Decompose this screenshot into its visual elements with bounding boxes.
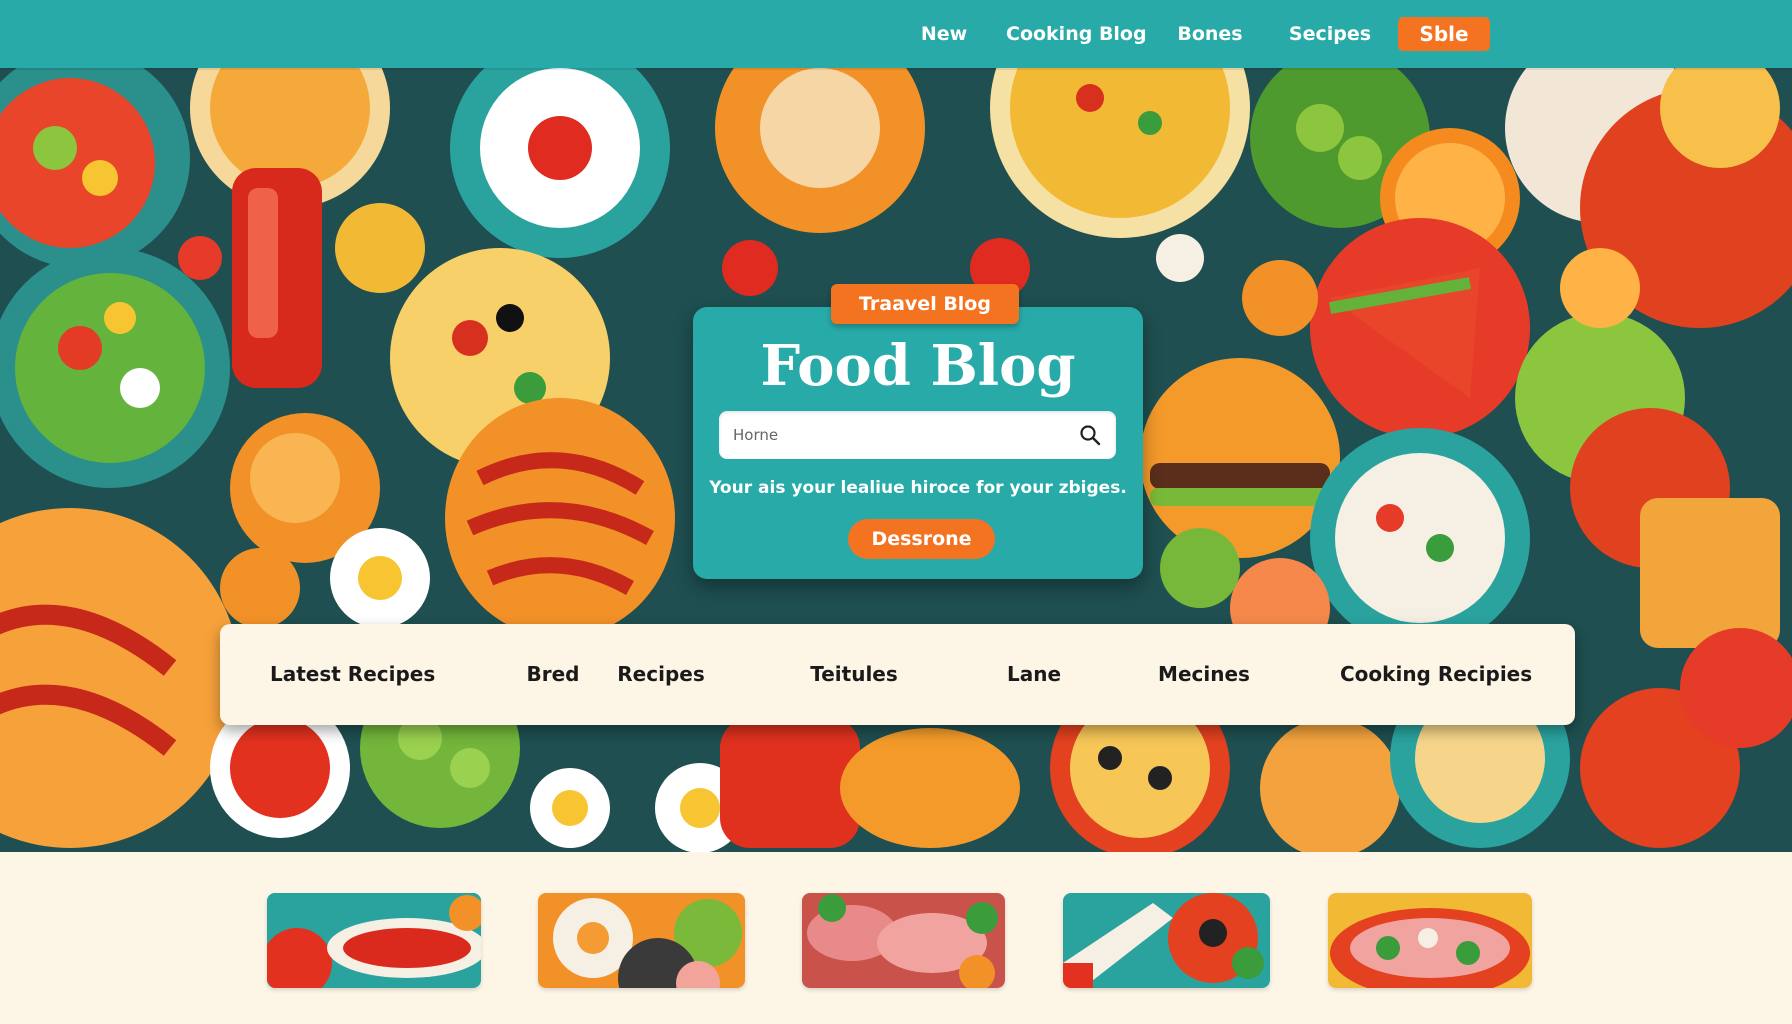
- hero-tag-button[interactable]: Traavel Blog: [831, 284, 1019, 324]
- hero-subtitle: Your ais your lealiue hiroce for your zb…: [709, 478, 1127, 498]
- thumbnail-pasta-bowl[interactable]: [1328, 893, 1532, 988]
- nav-item-bones[interactable]: Bones: [1170, 20, 1250, 48]
- search-icon[interactable]: [1079, 424, 1101, 446]
- thumbnail-egg-salad[interactable]: [538, 893, 745, 988]
- thumbnail-meat-platter[interactable]: [802, 893, 1005, 988]
- nav-cta-button[interactable]: Sble: [1398, 17, 1490, 51]
- nav-item-new[interactable]: New: [904, 20, 984, 48]
- meat-platter-thumbnail: [802, 893, 1005, 988]
- category-latest-recipes[interactable]: Latest Recipes: [270, 656, 435, 692]
- thumbnail-tomato-sauce[interactable]: [267, 893, 481, 988]
- top-navigation-bar: New Cooking Blog Bones Secipes Sble: [0, 0, 1792, 68]
- hero-action-button[interactable]: Dessrone: [848, 519, 995, 559]
- category-recipes[interactable]: Recipes: [616, 656, 706, 692]
- thumbnail-knife-dish[interactable]: [1063, 893, 1270, 988]
- category-cooking-recipies[interactable]: Cooking Recipies: [1340, 656, 1532, 692]
- category-mecines[interactable]: Mecines: [1156, 656, 1252, 692]
- nav-item-cooking-blog[interactable]: Cooking Blog: [1006, 20, 1147, 48]
- nav-item-secipes[interactable]: Secipes: [1280, 20, 1380, 48]
- category-lane[interactable]: Lane: [1000, 656, 1068, 692]
- page-title: Food Blog: [760, 333, 1076, 399]
- search-input[interactable]: [733, 411, 1063, 459]
- egg-salad-thumbnail: [538, 893, 745, 988]
- category-teitules[interactable]: Teitules: [806, 656, 902, 692]
- tomato-sauce-thumbnail: [267, 893, 481, 988]
- pasta-bowl-thumbnail: [1328, 893, 1532, 988]
- knife-dish-thumbnail: [1063, 893, 1270, 988]
- search-box: [719, 411, 1116, 459]
- category-bred[interactable]: Bred: [520, 656, 586, 692]
